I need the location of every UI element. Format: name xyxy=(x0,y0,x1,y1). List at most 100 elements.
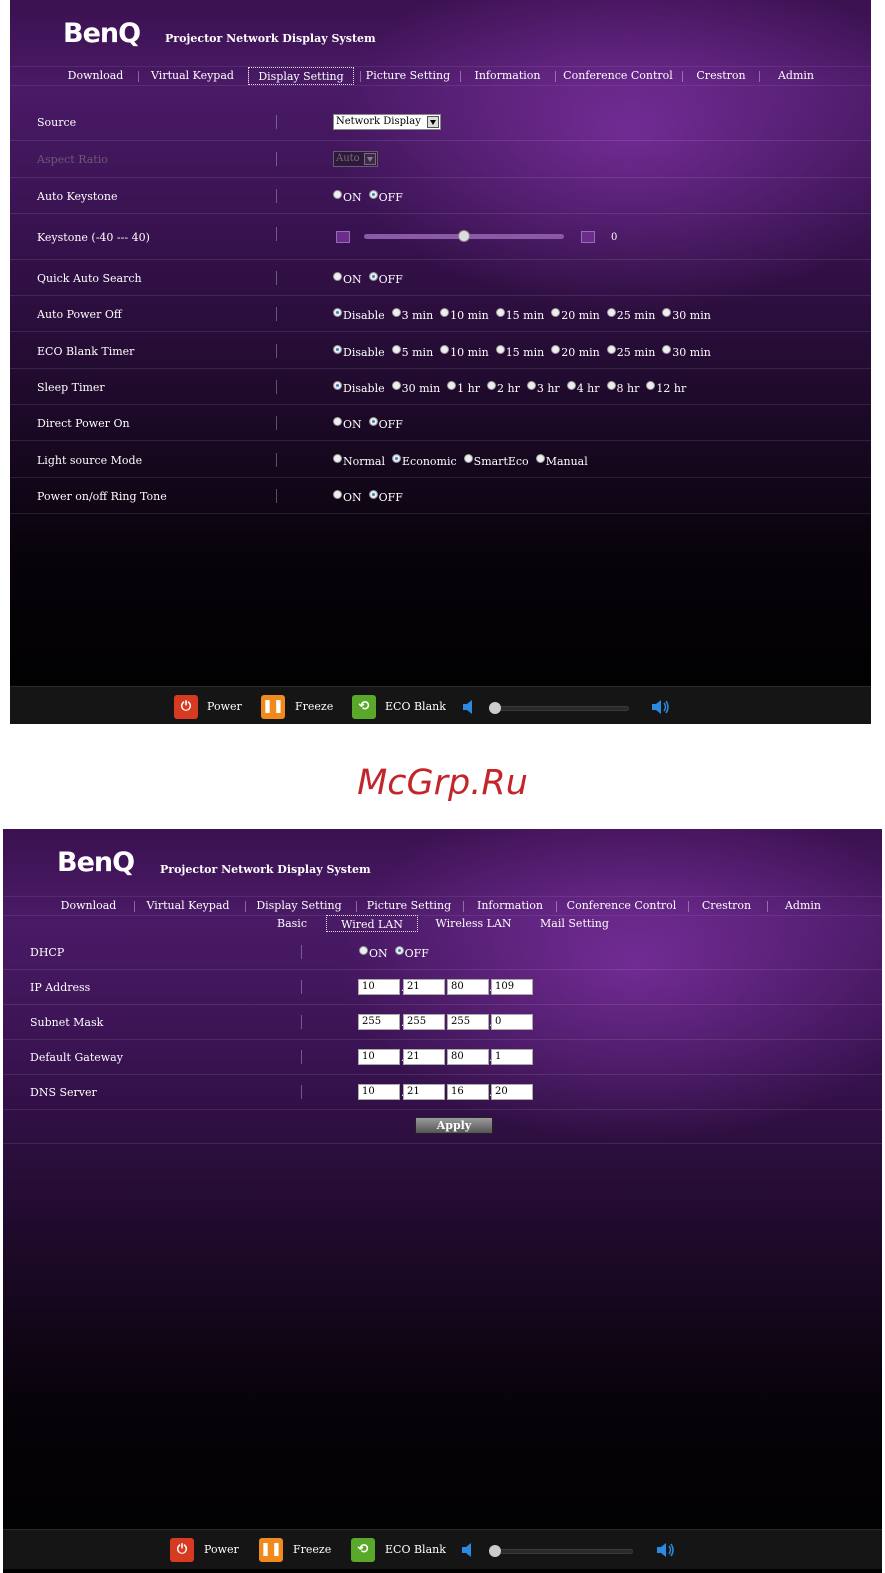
default-gateway-octet-1[interactable]: 10 xyxy=(358,1049,400,1065)
auto-power-off-option-disable[interactable]: Disable xyxy=(333,308,385,322)
keystone-slider-track[interactable] xyxy=(364,230,564,242)
light-source-mode-option-manual[interactable]: Manual xyxy=(535,454,588,468)
ip-address-octet-4[interactable]: 109 xyxy=(491,979,533,995)
eco-blank-button[interactable]: ⟲ xyxy=(351,1538,375,1562)
radio-button[interactable] xyxy=(662,345,672,354)
eco-blank-timer-option-disable[interactable]: Disable xyxy=(333,345,385,359)
tab-download[interactable]: Download xyxy=(58,67,133,85)
ip-address-octet-1[interactable]: 10 xyxy=(358,979,400,995)
radio-button[interactable] xyxy=(392,454,402,463)
radio-button[interactable] xyxy=(440,308,450,317)
auto-power-off-option-20-min[interactable]: 20 min xyxy=(551,308,600,322)
radio-button[interactable] xyxy=(526,381,536,390)
ip-address-octet-2[interactable]: 21 xyxy=(403,979,445,995)
radio-button[interactable] xyxy=(535,454,545,463)
tab-picture-setting[interactable]: Picture Setting xyxy=(362,67,454,85)
dhcp-option-off[interactable]: OFF xyxy=(394,946,429,960)
radio-button[interactable] xyxy=(551,345,561,354)
eco-blank-timer-option-20-min[interactable]: 20 min xyxy=(551,345,600,359)
radio-button[interactable] xyxy=(606,381,616,390)
radio-button[interactable] xyxy=(368,490,378,499)
subnet-mask-octet-2[interactable]: 255 xyxy=(403,1014,445,1030)
sleep-timer-option-8-hr[interactable]: 8 hr xyxy=(606,381,639,395)
default-gateway-octet-2[interactable]: 21 xyxy=(403,1049,445,1065)
ring-tone-option-on[interactable]: ON xyxy=(333,490,362,504)
subnet-mask-octet-4[interactable]: 0 xyxy=(491,1014,533,1030)
tab-display-setting[interactable]: Display Setting xyxy=(250,897,348,915)
radio-button[interactable] xyxy=(333,190,342,199)
radio-button[interactable] xyxy=(646,381,656,390)
radio-button[interactable] xyxy=(368,417,378,426)
auto-keystone-option-off[interactable]: OFF xyxy=(368,190,403,204)
tab-picture-setting[interactable]: Picture Setting xyxy=(362,897,456,915)
radio-button[interactable] xyxy=(333,417,342,426)
auto-keystone-option-on[interactable]: ON xyxy=(333,190,362,204)
radio-button[interactable] xyxy=(495,345,505,354)
dns-server-octet-1[interactable]: 10 xyxy=(358,1084,400,1100)
keystone-slider-handle[interactable] xyxy=(458,230,470,242)
radio-button[interactable] xyxy=(394,946,404,955)
auto-power-off-option-15-min[interactable]: 15 min xyxy=(495,308,544,322)
default-gateway-octet-3[interactable]: 80 xyxy=(447,1049,489,1065)
radio-button[interactable] xyxy=(333,272,342,281)
auto-power-off-option-10-min[interactable]: 10 min xyxy=(440,308,489,322)
eco-blank-timer-option-30-min[interactable]: 30 min xyxy=(662,345,711,359)
volume-up-icon[interactable] xyxy=(651,699,671,715)
radio-button[interactable] xyxy=(391,381,401,390)
tab-display-setting[interactable]: Display Setting xyxy=(248,67,354,85)
ring-tone-option-off[interactable]: OFF xyxy=(368,490,403,504)
power-button[interactable]: ⏻ xyxy=(170,1538,194,1562)
tab-crestron[interactable]: Crestron xyxy=(688,67,754,85)
radio-button[interactable] xyxy=(333,454,342,463)
radio-button[interactable] xyxy=(333,345,342,354)
sleep-timer-option-12-hr[interactable]: 12 hr xyxy=(646,381,686,395)
volume-slider-track[interactable] xyxy=(493,706,629,711)
tab-crestron[interactable]: Crestron xyxy=(693,897,760,915)
radio-button[interactable] xyxy=(606,345,616,354)
radio-button[interactable] xyxy=(487,381,496,390)
radio-button[interactable] xyxy=(606,308,616,317)
volume-slider-handle[interactable] xyxy=(489,1545,501,1557)
radio-button[interactable] xyxy=(333,381,342,390)
sleep-timer-option-30-min[interactable]: 30 min xyxy=(391,381,440,395)
dns-server-octet-3[interactable]: 16 xyxy=(447,1084,489,1100)
tab-virtual-keypad[interactable]: Virtual Keypad xyxy=(140,897,236,915)
radio-button[interactable] xyxy=(440,345,450,354)
sleep-timer-option-4-hr[interactable]: 4 hr xyxy=(566,381,600,395)
radio-button[interactable] xyxy=(359,946,368,955)
eco-blank-timer-option-10-min[interactable]: 10 min xyxy=(440,345,489,359)
radio-button[interactable] xyxy=(447,381,457,390)
direct-power-on-option-on[interactable]: ON xyxy=(333,417,362,431)
dns-server-octet-4[interactable]: 20 xyxy=(491,1084,533,1100)
power-button[interactable]: ⏻ xyxy=(174,695,198,719)
freeze-button[interactable]: ❚❚ xyxy=(261,695,285,719)
volume-up-icon[interactable] xyxy=(656,1542,676,1558)
subtab-basic[interactable]: Basic xyxy=(265,915,319,932)
tab-information[interactable]: Information xyxy=(468,897,552,915)
freeze-button[interactable]: ❚❚ xyxy=(259,1538,283,1562)
tab-conference-control[interactable]: Conference Control xyxy=(560,897,683,915)
sleep-timer-option-disable[interactable]: Disable xyxy=(333,381,385,395)
radio-button[interactable] xyxy=(463,454,473,463)
subnet-mask-octet-1[interactable]: 255 xyxy=(358,1014,400,1030)
auto-power-off-option-30-min[interactable]: 30 min xyxy=(662,308,711,322)
chevron-down-icon[interactable] xyxy=(427,116,439,128)
source-select[interactable]: Network Display xyxy=(333,114,441,130)
tab-information[interactable]: Information xyxy=(465,67,550,85)
subtab-wireless-lan[interactable]: Wireless LAN xyxy=(422,915,525,932)
tab-admin[interactable]: Admin xyxy=(771,897,835,915)
volume-slider-handle[interactable] xyxy=(489,702,501,714)
light-source-mode-option-economic[interactable]: Economic xyxy=(392,454,457,468)
tab-download[interactable]: Download xyxy=(51,897,126,915)
radio-button[interactable] xyxy=(333,308,342,317)
dns-server-octet-2[interactable]: 21 xyxy=(403,1084,445,1100)
radio-button[interactable] xyxy=(368,272,378,281)
default-gateway-octet-4[interactable]: 1 xyxy=(491,1049,533,1065)
radio-button[interactable] xyxy=(566,381,576,390)
quick-auto-search-option-on[interactable]: ON xyxy=(333,272,362,286)
eco-blank-button[interactable]: ⟲ xyxy=(352,695,376,719)
radio-button[interactable] xyxy=(551,308,561,317)
sleep-timer-option-1-hr[interactable]: 1 hr xyxy=(447,381,480,395)
keystone-decrease-button[interactable] xyxy=(336,231,350,243)
volume-slider-track[interactable] xyxy=(493,1549,633,1554)
